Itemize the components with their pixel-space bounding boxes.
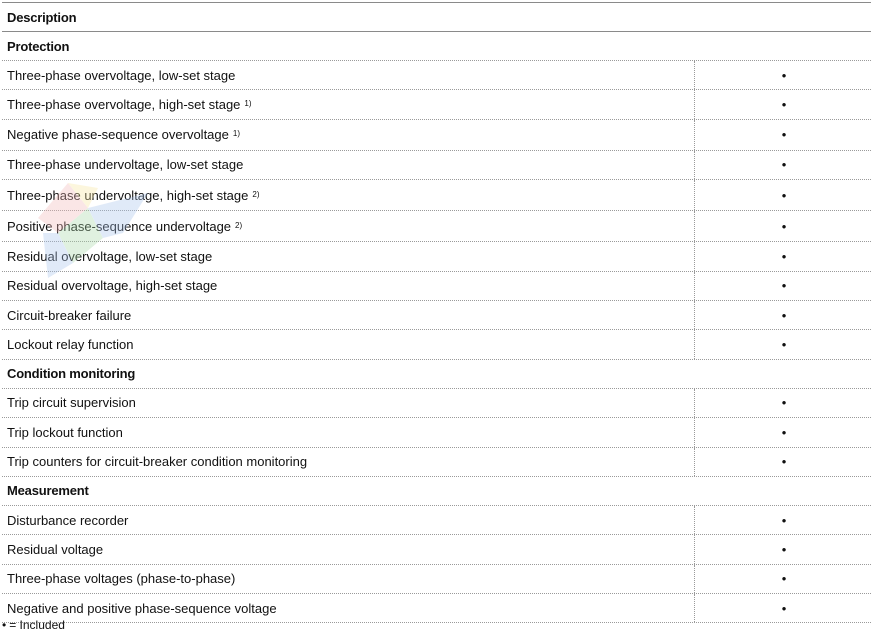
legend-symbol: •: [2, 618, 7, 632]
table-header-row: Description: [2, 3, 871, 32]
footnote-ref: 2): [235, 220, 243, 230]
included-mark: •: [781, 97, 787, 113]
table-row: Circuit-breaker failure •: [2, 300, 871, 331]
included-mark: •: [781, 67, 787, 83]
table-row: Trip lockout function •: [2, 418, 871, 448]
included-mark: •: [781, 127, 787, 143]
table-row: Three-phase overvoltage, high-set stage 1…: [2, 90, 871, 120]
included-mark: •: [781, 512, 787, 528]
included-mark: •: [781, 541, 787, 557]
function-table: Description Protection Three-phase overv…: [2, 2, 871, 624]
row-label: Trip lockout function: [2, 418, 695, 447]
table-row: Negative phase-sequence overvoltage 1) •: [2, 119, 871, 151]
row-label: Residual overvoltage, high-set stage: [2, 271, 695, 300]
section-title: Protection: [7, 38, 70, 54]
included-mark: •: [781, 248, 787, 264]
table-row: Lockout relay function •: [2, 330, 871, 360]
included-mark: •: [781, 187, 787, 203]
table-row: Three-phase undervoltage, high-set stage…: [2, 180, 871, 212]
table-row: Three-phase overvoltage, low-set stage •: [2, 61, 871, 91]
row-label: Lockout relay function: [2, 330, 695, 359]
section-row-measurement: Measurement: [2, 477, 871, 506]
row-label: Trip counters for circuit-breaker condit…: [2, 447, 695, 476]
table-row: Trip circuit supervision •: [2, 388, 871, 419]
section-title: Condition monitoring: [7, 366, 136, 382]
row-label: Three-phase overvoltage, low-set stage: [2, 61, 695, 90]
table-row: Residual overvoltage, low-set stage •: [2, 242, 871, 272]
legend-text: = Included: [9, 618, 65, 632]
included-mark: •: [781, 278, 787, 294]
included-mark: •: [781, 157, 787, 173]
row-label: Positive phase-sequence undervoltage 2): [2, 211, 695, 242]
included-mark: •: [781, 454, 787, 470]
footnote-ref: 2): [252, 189, 260, 199]
included-mark: •: [781, 571, 787, 587]
included-mark: •: [781, 600, 787, 616]
included-mark: •: [781, 337, 787, 353]
row-label: Circuit-breaker failure: [2, 300, 695, 330]
table-row: Trip counters for circuit-breaker condit…: [2, 447, 871, 477]
row-label: Three-phase overvoltage, high-set stage 1…: [2, 90, 695, 119]
row-label: Three-phase undervoltage, low-set stage: [2, 150, 695, 180]
table-row: Residual voltage •: [2, 535, 871, 565]
footnote-ref: 1): [244, 99, 252, 109]
footnote-ref: 1): [232, 129, 240, 139]
row-label: Disturbance recorder: [2, 505, 695, 535]
legend: • = Included: [2, 618, 65, 632]
table-row: Three-phase voltages (phase-to-phase) •: [2, 564, 871, 595]
row-label: Three-phase undervoltage, high-set stage…: [2, 180, 695, 211]
header-description: Description: [7, 9, 77, 25]
row-label: Negative and positive phase-sequence vol…: [2, 594, 695, 623]
table-row: Positive phase-sequence undervoltage 2) •: [2, 211, 871, 243]
row-label: Residual overvoltage, low-set stage: [2, 242, 695, 271]
row-label: Three-phase voltages (phase-to-phase): [2, 564, 695, 594]
section-title: Measurement: [7, 483, 89, 499]
section-row-condition-monitoring: Condition monitoring: [2, 360, 871, 389]
table-row: Three-phase undervoltage, low-set stage …: [2, 150, 871, 181]
table-row: Disturbance recorder •: [2, 505, 871, 536]
included-mark: •: [781, 218, 787, 234]
table-row: Residual overvoltage, high-set stage •: [2, 271, 871, 301]
row-label: Negative phase-sequence overvoltage 1): [2, 119, 695, 150]
included-mark: •: [781, 307, 787, 323]
section-row-protection: Protection: [2, 32, 871, 61]
row-label: Residual voltage: [2, 535, 695, 564]
row-label: Trip circuit supervision: [2, 388, 695, 418]
included-mark: •: [781, 424, 787, 440]
table-row: Negative and positive phase-sequence vol…: [2, 594, 871, 624]
included-mark: •: [781, 395, 787, 411]
